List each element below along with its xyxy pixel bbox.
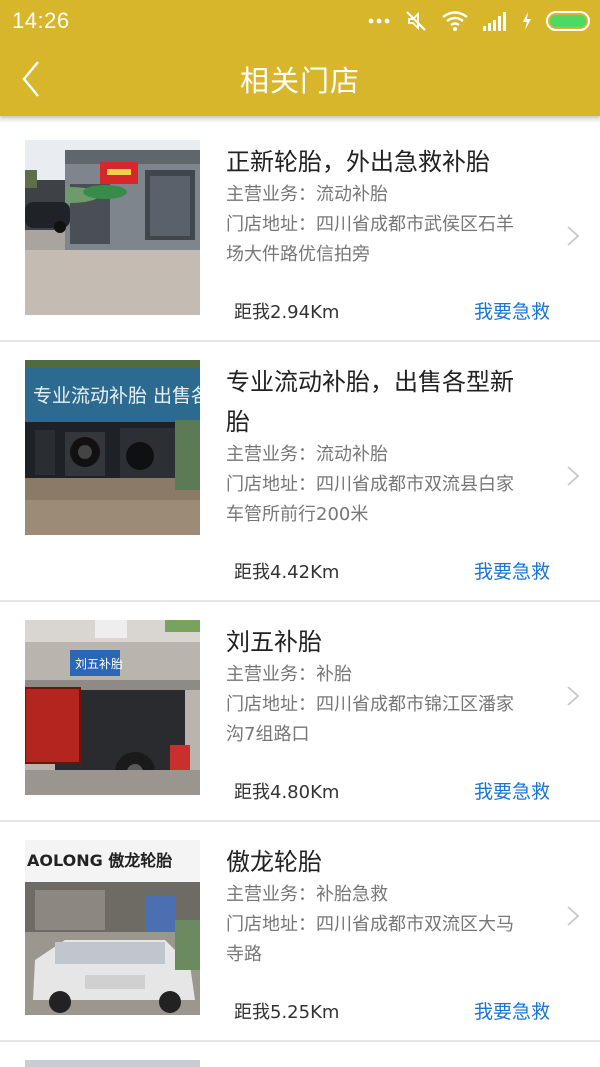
store-distance: 距我4.42Km [234,562,340,583]
page-title: 相关门店 [239,64,360,98]
store-photo: 刘五补胎 [25,620,200,795]
charging-icon [523,12,531,30]
store-photo [25,1060,200,1067]
store-card[interactable]: AOLONG 傲龙轮胎 傲龙轮胎 主营业务：补胎急救 门店地址：四川省成都市双流… [0,822,600,1042]
store-business: 主营业务：流动补胎 [226,184,388,205]
battery-icon [546,11,590,31]
more-dots-icon [368,18,390,24]
status-icons [368,8,592,34]
store-address-line1: 门店地址：四川省成都市锦江区潘家 [226,694,514,715]
rescue-button[interactable]: 我要急救 [474,297,550,324]
store-business: 主营业务：补胎急救 [226,884,388,905]
store-distance: 距我2.94Km [234,302,340,323]
store-business: 主营业务：补胎 [226,664,352,685]
store-card[interactable]: 专业流动补胎 出售各型新胎 专业流动补胎，出售各型新 胎 主营业务：流动补胎 [0,342,600,602]
store-address-line1: 门店地址：四川省成都市双流县白家 [226,474,514,495]
screen: 14:26 相关门店 正新轮胎，外出急救补胎 主营业务：流动补胎 门店地址：四川… [0,0,600,1067]
rescue-button[interactable]: 我要急救 [474,997,550,1024]
wifi-icon [442,11,468,31]
store-address-line2: 沟7组路口 [226,724,310,745]
signal-icon [483,12,506,31]
store-business: 主营业务：流动补胎 [226,444,388,465]
store-card[interactable]: 正新轮胎，外出急救补胎 主营业务：流动补胎 门店地址：四川省成都市武侯区石羊 场… [0,122,600,342]
store-sign-text: 专业流动补胎 出售各型新胎 [33,385,200,407]
store-name: 傲龙轮胎 [226,848,322,876]
chevron-right-icon [567,466,580,486]
chevron-right-icon [567,906,580,926]
app-bar: 相关门店 [0,42,600,116]
store-card-partial[interactable] [0,1042,600,1067]
status-bar: 14:26 [0,0,600,42]
store-distance: 距我4.80Km [234,782,340,803]
store-name-line2: 胎 [226,408,250,436]
store-sign-text: AOLONG 傲龙轮胎 [27,851,172,870]
chevron-right-icon [567,226,580,246]
mute-icon [406,11,426,31]
status-time: 14:26 [12,8,70,33]
store-name: 专业流动补胎，出售各型新 胎 [226,362,556,442]
rescue-button[interactable]: 我要急救 [474,777,550,804]
store-name: 正新轮胎，外出急救补胎 [226,148,490,176]
store-name: 刘五补胎 [226,628,322,656]
store-address-line1: 门店地址：四川省成都市武侯区石羊 [226,214,514,235]
store-sign-text: 刘五补胎 [75,657,123,671]
store-photo: AOLONG 傲龙轮胎 [25,840,200,1015]
store-name-line1: 专业流动补胎，出售各型新 [226,368,514,396]
rescue-button[interactable]: 我要急救 [474,557,550,584]
store-photo [25,140,200,315]
store-card[interactable]: 刘五补胎 刘五补胎 主营业务：补胎 门店地址：四川省成都市锦江区潘家 沟7组路口… [0,602,600,822]
chevron-right-icon [567,686,580,706]
store-address-line2: 车管所前行200米 [226,504,369,525]
store-list: 正新轮胎，外出急救补胎 主营业务：流动补胎 门店地址：四川省成都市武侯区石羊 场… [0,122,600,1067]
store-photo: 专业流动补胎 出售各型新胎 [25,360,200,535]
store-address-line2: 场大件路优信拍旁 [226,244,370,265]
store-address-line1: 门店地址：四川省成都市双流区大马 [226,914,514,935]
store-address-line2: 寺路 [226,944,262,965]
store-distance: 距我5.25Km [234,1002,340,1023]
